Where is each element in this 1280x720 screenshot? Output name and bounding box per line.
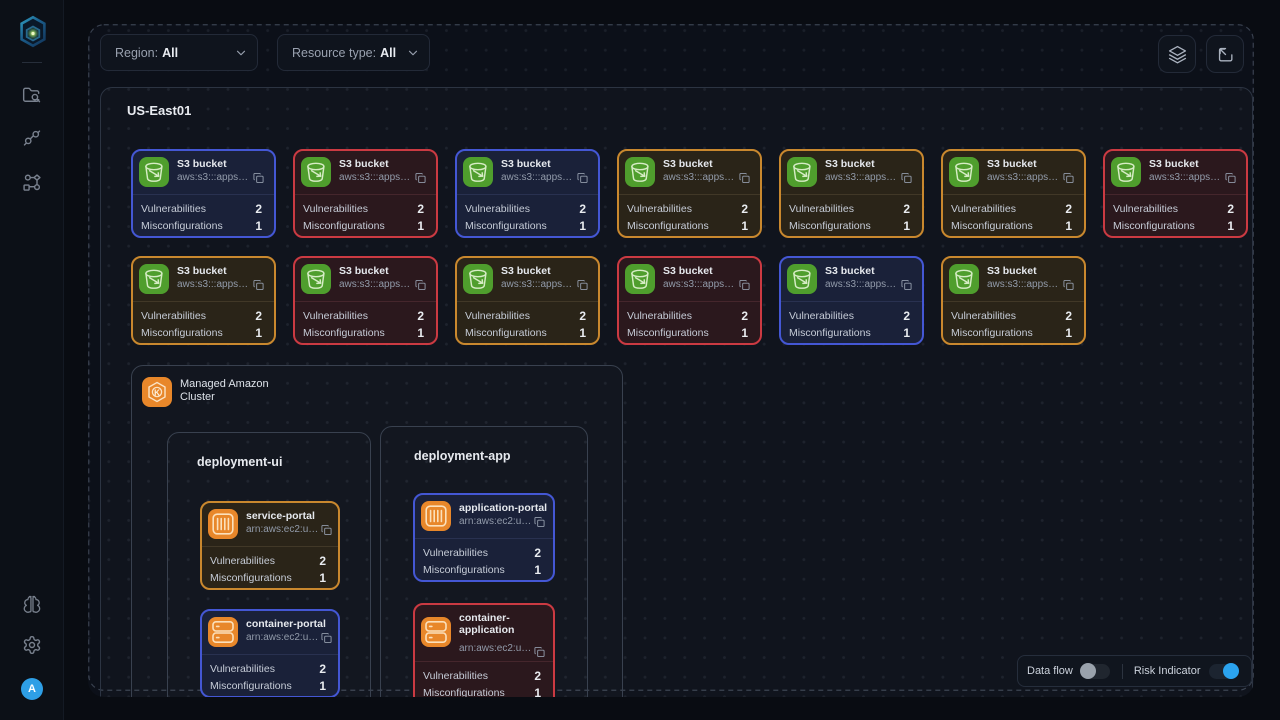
svg-text:K: K <box>154 388 160 397</box>
